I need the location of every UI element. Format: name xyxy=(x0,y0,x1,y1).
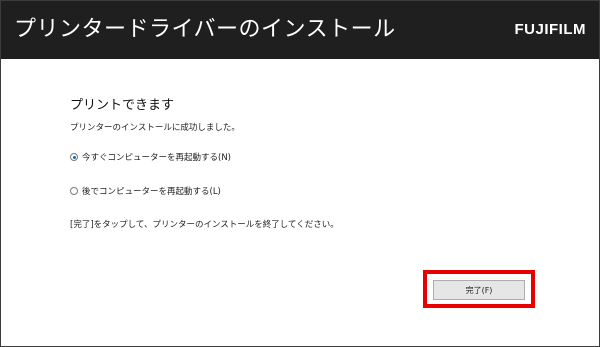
success-message: プリンターのインストールに成功しました。 xyxy=(70,123,240,133)
window-title: プリンタードライバーのインストール xyxy=(14,17,396,42)
page-heading: プリントできます xyxy=(70,98,175,113)
finish-button[interactable]: 完了(F) xyxy=(433,280,525,300)
finish-instruction: [完了]をタップして、プリンターのインストールを終了してください。 xyxy=(70,220,339,230)
restart-now-label: 今すぐコンピューターを再起動する(N) xyxy=(82,153,231,163)
radio-unselected-icon[interactable] xyxy=(70,187,78,195)
brand-logo: FUJIFILM xyxy=(514,21,586,38)
main-content: プリントできます プリンターのインストールに成功しました。 今すぐコンピューター… xyxy=(1,59,599,346)
radio-selected-icon[interactable] xyxy=(70,153,78,161)
installer-window: プリンタードライバーのインストール FUJIFILM プリントできます プリンタ… xyxy=(0,0,600,347)
restart-now-option[interactable]: 今すぐコンピューターを再起動する(N) xyxy=(70,151,231,163)
restart-later-option[interactable]: 後でコンピューターを再起動する(L) xyxy=(70,185,221,197)
title-bar: プリンタードライバーのインストール FUJIFILM xyxy=(1,1,599,59)
restart-later-label: 後でコンピューターを再起動する(L) xyxy=(82,187,221,197)
